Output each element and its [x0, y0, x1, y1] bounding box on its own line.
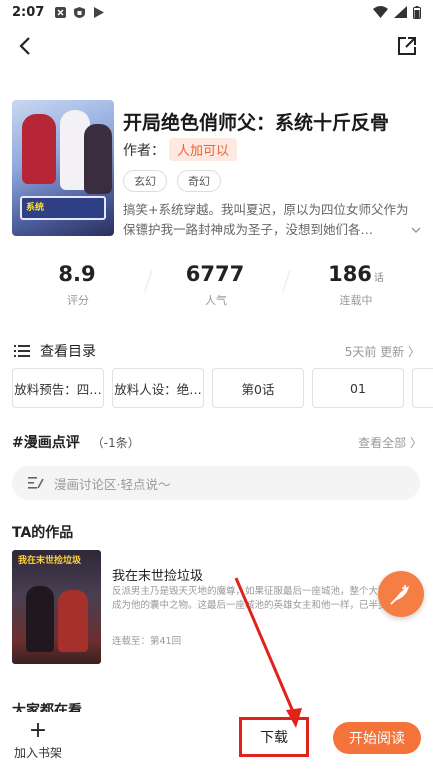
chapter-item[interactable]: 放料预告：四…	[12, 368, 104, 408]
work-title[interactable]: 我在末世捡垃圾	[112, 565, 203, 584]
share-icon[interactable]	[395, 34, 419, 58]
stat-value: 6777	[185, 262, 245, 286]
chapter-item[interactable]	[412, 368, 433, 408]
battery-icon	[413, 5, 421, 19]
view-all-link[interactable]: 查看全部 〉	[358, 434, 422, 451]
security-icon	[74, 6, 86, 18]
play-store-icon	[94, 6, 105, 18]
signal-icon	[394, 6, 407, 18]
chapter-item[interactable]: 01	[312, 368, 404, 408]
author-label: 作者：	[123, 142, 165, 159]
genre-tag[interactable]: 玄幻	[123, 170, 167, 192]
stats-row: 8.9 评分 6777 人气 186 话 连载中	[0, 262, 433, 312]
status-time: 2:07	[12, 4, 45, 20]
comic-title: 开局绝色俏师父：系统十斤反骨	[123, 112, 390, 134]
stat-label: 评分	[67, 294, 89, 307]
download-button[interactable]: 下载	[239, 717, 309, 757]
comic-description[interactable]: 搞笑+系统穿越。我叫夏迟，原以为四位女师父作为保镖护我一路封神成为圣子，没想到她…	[123, 200, 419, 240]
wifi-icon	[373, 6, 388, 18]
cover-logo-text: 系统	[26, 203, 45, 213]
update-info: 5天前 更新 〉	[344, 344, 420, 359]
stat-label: 连载中	[339, 294, 373, 307]
bottom-bar: + 加入书架 下载 开始阅读	[0, 712, 433, 771]
catalog-header[interactable]: 查看目录 5天前 更新 〉	[14, 340, 420, 362]
stat-unit: 话	[373, 273, 384, 284]
plus-icon: +	[28, 718, 48, 743]
chapter-list: 放料预告：四… 放料人设：绝… 第0话 01	[12, 368, 433, 410]
stat-episodes: 186 话 连载中	[296, 262, 416, 308]
notification-icon	[55, 6, 67, 18]
chapter-item[interactable]: 第0话	[212, 368, 304, 408]
genre-tag[interactable]: 奇幻	[177, 170, 221, 192]
stat-value: 186	[328, 262, 372, 286]
section-heading-peek: 大家都在看	[12, 703, 82, 712]
comic-hero: 系统 开局绝色俏师父：系统十斤反骨 作者： 人加可以 玄幻 奇幻 搞笑+系统穿越…	[12, 100, 422, 240]
author-row: 作者： 人加可以	[123, 138, 238, 161]
works-heading: TA的作品	[12, 525, 74, 541]
comic-cover[interactable]: 系统	[12, 100, 114, 236]
back-icon[interactable]	[14, 34, 38, 58]
feather-pen-icon	[390, 585, 409, 605]
work-description: 反派男主乃是毁天灭地的魔尊，如果征服最后一座城池，整个大陆都将成为他的囊中之物。…	[112, 586, 407, 611]
top-bar	[0, 30, 433, 64]
chevron-down-icon[interactable]	[410, 224, 422, 236]
stat-rating: 8.9 评分	[18, 262, 138, 308]
author-name[interactable]: 人加可以	[169, 138, 238, 161]
catalog-label: 查看目录	[40, 344, 96, 360]
review-header: #漫画点评 （-1条） 查看全部 〉	[12, 432, 422, 452]
write-review-button[interactable]	[378, 571, 424, 617]
comment-edit-icon	[28, 477, 44, 489]
work-cover-text: 我在末世捡垃圾	[18, 556, 82, 566]
review-count: （-1条）	[91, 435, 140, 450]
stat-value: 8.9	[58, 262, 96, 286]
add-to-shelf-button[interactable]: + 加入书架	[8, 720, 68, 764]
shelf-label: 加入书架	[13, 746, 62, 760]
comment-input[interactable]: 漫画讨论区·轻点说～	[12, 466, 420, 500]
review-title: #漫画点评	[12, 435, 80, 451]
stat-popularity: 6777 人气	[156, 262, 276, 308]
status-bar: 2:07	[0, 0, 433, 24]
genre-tags: 玄幻 奇幻	[123, 170, 221, 192]
work-cover[interactable]: 我在末世捡垃圾	[12, 550, 101, 664]
work-status: 连载至：第41回	[112, 636, 182, 647]
comment-placeholder: 漫画讨论区·轻点说～	[54, 476, 171, 492]
stat-label: 人气	[205, 294, 227, 307]
list-icon	[14, 345, 30, 357]
start-reading-button[interactable]: 开始阅读	[333, 722, 421, 754]
chapter-item[interactable]: 放料人设：绝…	[112, 368, 204, 408]
